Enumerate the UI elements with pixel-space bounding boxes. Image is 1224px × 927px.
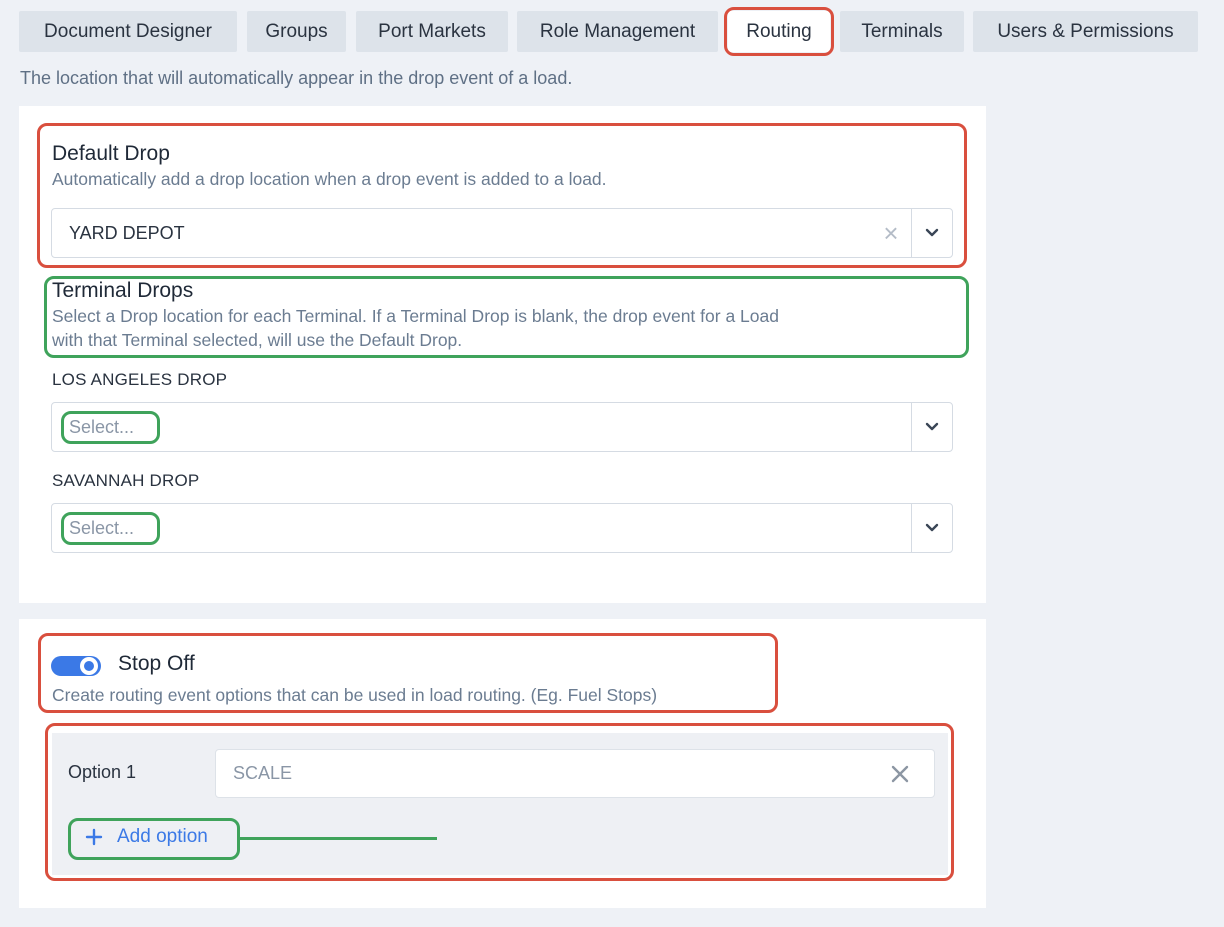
- savannah-drop-select[interactable]: Select...: [51, 503, 953, 553]
- tab-port-markets[interactable]: Port Markets: [356, 11, 508, 52]
- los-angeles-drop-placeholder: Select...: [69, 416, 135, 437]
- annotation-options-box: [45, 723, 954, 881]
- los-angeles-drop-select[interactable]: Select...: [51, 402, 953, 452]
- chevron-down-icon[interactable]: [912, 523, 952, 533]
- annotation-highlight-routing-tab: [724, 7, 834, 56]
- tab-document-designer[interactable]: Document Designer: [19, 11, 237, 52]
- savannah-drop-label: SAVANNAH DROP: [52, 471, 200, 490]
- savannah-drop-placeholder: Select...: [69, 517, 135, 538]
- annotation-default-drop: [37, 123, 967, 268]
- tab-groups[interactable]: Groups: [247, 11, 346, 52]
- annotation-savannah-placeholder: [61, 512, 160, 545]
- page-description: The location that will automatically app…: [20, 68, 573, 88]
- annotation-los-angeles-placeholder: [61, 411, 160, 444]
- tab-users-permissions[interactable]: Users & Permissions: [973, 11, 1198, 52]
- tab-role-management[interactable]: Role Management: [517, 11, 718, 52]
- los-angeles-drop-label: LOS ANGELES DROP: [52, 370, 228, 389]
- chevron-down-icon[interactable]: [912, 422, 952, 432]
- annotation-stop-off: [38, 633, 778, 713]
- tab-terminals[interactable]: Terminals: [840, 11, 964, 52]
- annotation-terminal-drops: [44, 276, 969, 358]
